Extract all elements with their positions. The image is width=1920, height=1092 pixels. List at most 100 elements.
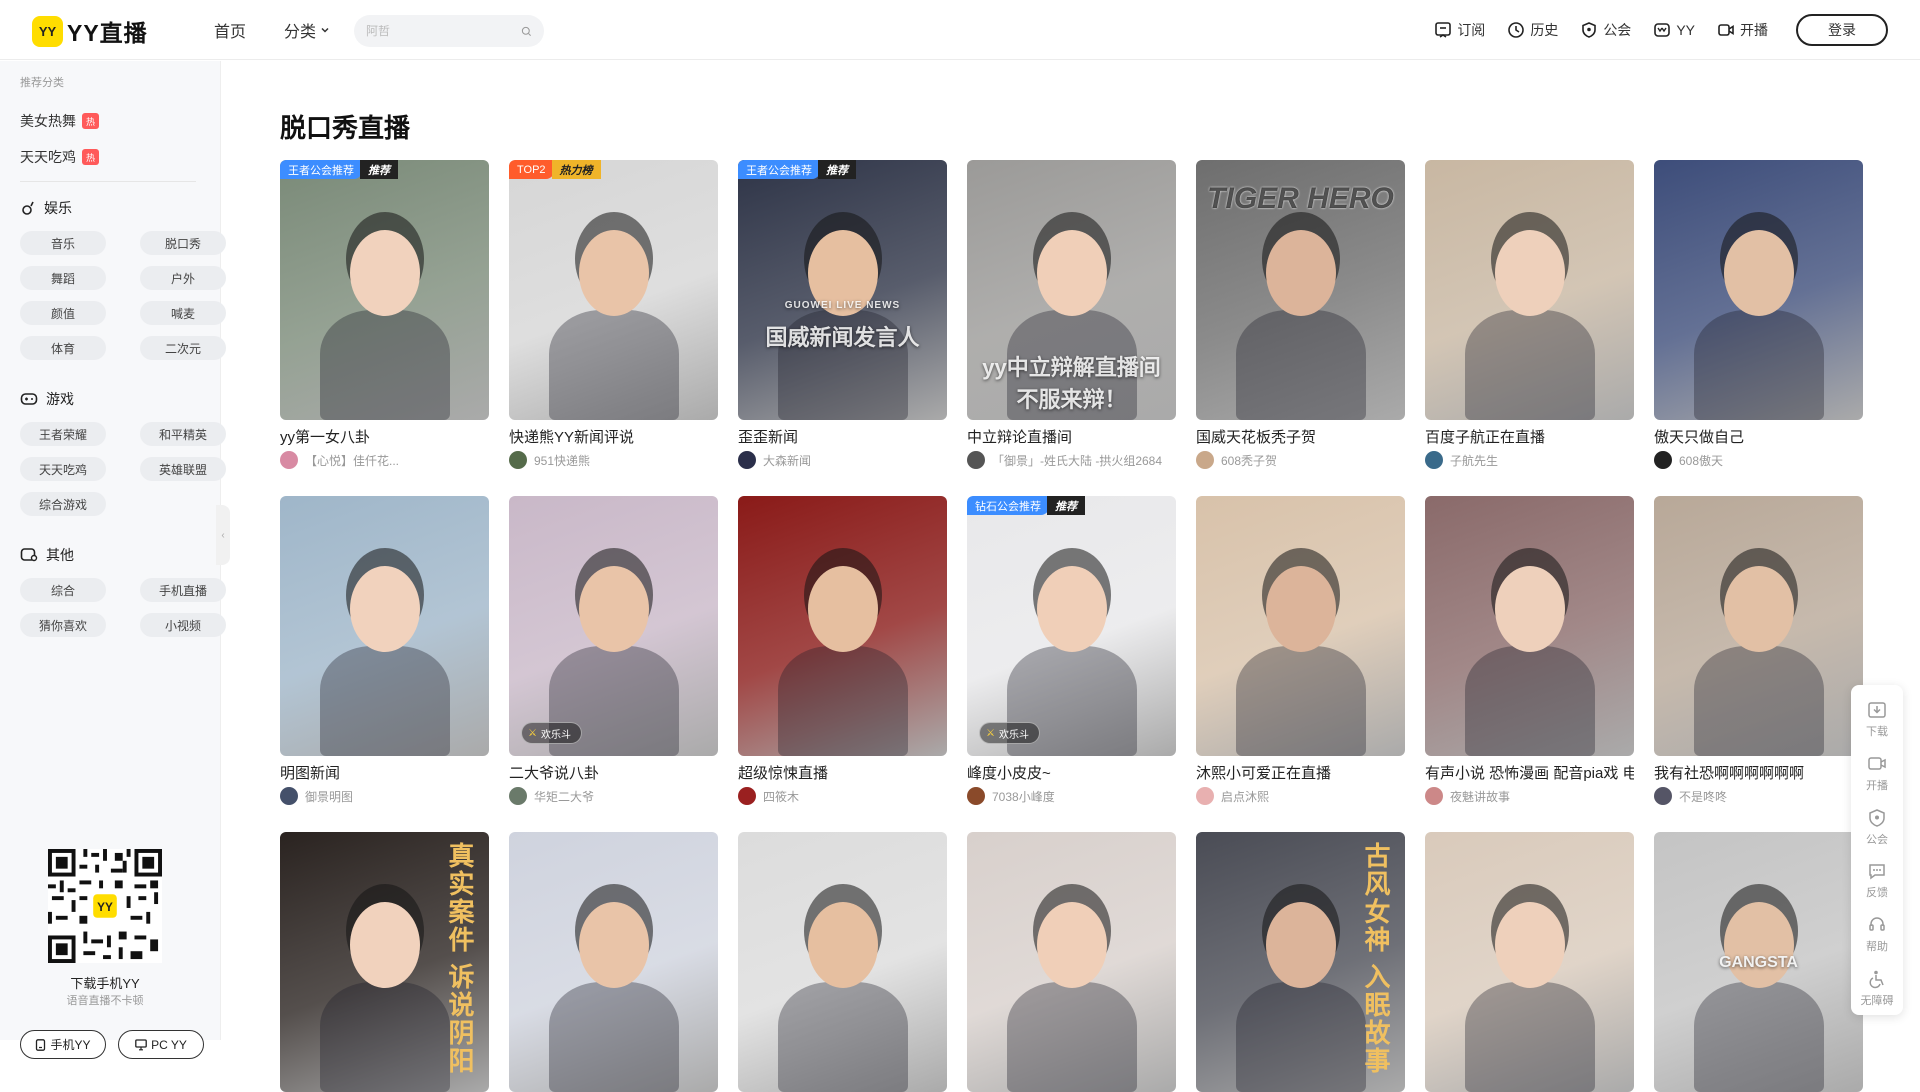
room-thumbnail[interactable] bbox=[280, 496, 489, 756]
hot-category-item[interactable]: 美女热舞热 bbox=[20, 103, 99, 139]
room-thumbnail[interactable] bbox=[738, 832, 947, 1092]
live-room-card[interactable]: ⚔ 欢乐斗二大爷说八卦华矩二大爷 bbox=[509, 496, 718, 805]
float-feedback[interactable]: 反馈 bbox=[1866, 854, 1888, 908]
anchor-avatar[interactable] bbox=[1654, 787, 1672, 805]
room-title[interactable]: 二大爷说八卦 bbox=[509, 762, 718, 784]
room-thumbnail[interactable] bbox=[509, 832, 718, 1092]
category-pill[interactable]: 综合游戏 bbox=[20, 492, 106, 516]
room-thumbnail[interactable] bbox=[1654, 160, 1863, 420]
category-pill[interactable]: 体育 bbox=[20, 336, 106, 360]
room-thumbnail[interactable]: ⚔ 欢乐斗 bbox=[509, 496, 718, 756]
float-accessibility[interactable]: 无障碍 bbox=[1861, 961, 1894, 1015]
room-title[interactable]: 歪歪新闻 bbox=[738, 426, 947, 448]
room-thumbnail[interactable] bbox=[1425, 160, 1634, 420]
room-title[interactable]: 明图新闻 bbox=[280, 762, 489, 784]
anchor-info[interactable]: 608傲天 bbox=[1654, 451, 1863, 469]
live-room-card[interactable]: 真实案件 诉说阴阳 bbox=[280, 832, 489, 1092]
live-room-card[interactable]: 有声小说 恐怖漫画 配音pia戏 电夜魅讲故事 bbox=[1425, 496, 1634, 805]
header-yy[interactable]: YY bbox=[1653, 21, 1695, 39]
room-thumbnail[interactable] bbox=[1425, 832, 1634, 1092]
room-thumbnail[interactable]: 古风女神 入眠故事 bbox=[1196, 832, 1405, 1092]
anchor-info[interactable]: 「御景」-姓氏大陆 -拱火组2684 bbox=[967, 451, 1176, 469]
header-history[interactable]: 历史 bbox=[1507, 20, 1558, 40]
anchor-info[interactable]: 7038小峰度 bbox=[967, 787, 1176, 805]
float-broadcast[interactable]: 开播 bbox=[1866, 747, 1888, 801]
anchor-info[interactable]: 不是咚咚 bbox=[1654, 787, 1863, 805]
room-thumbnail[interactable]: 真实案件 诉说阴阳 bbox=[280, 832, 489, 1092]
anchor-avatar[interactable] bbox=[509, 451, 527, 469]
anchor-avatar[interactable] bbox=[738, 451, 756, 469]
room-thumbnail[interactable] bbox=[1425, 496, 1634, 756]
live-room-card[interactable] bbox=[967, 832, 1176, 1092]
header-subscribe[interactable]: 订阅 bbox=[1434, 20, 1485, 40]
anchor-info[interactable]: 四筱木 bbox=[738, 787, 947, 805]
category-pill[interactable]: 户外 bbox=[140, 266, 226, 290]
anchor-avatar[interactable] bbox=[509, 787, 527, 805]
category-pill[interactable]: 小视频 bbox=[140, 613, 226, 637]
live-room-card[interactable]: 傲天只做自己 608傲天 bbox=[1654, 160, 1863, 469]
yy-logo[interactable]: YY YY直播 bbox=[32, 14, 148, 48]
anchor-avatar[interactable] bbox=[1425, 787, 1443, 805]
anchor-info[interactable]: 华矩二大爷 bbox=[509, 787, 718, 805]
room-thumbnail[interactable]: 王者公会推荐 推荐 国威新闻发言人 GUOWEI LIVE NEWS bbox=[738, 160, 947, 420]
room-title[interactable]: 我有社恐啊啊啊啊啊啊 bbox=[1654, 762, 1863, 784]
room-title[interactable]: 超级惊悚直播 bbox=[738, 762, 947, 784]
live-room-card[interactable]: TOP2 热力榜 快递熊YY新闻评说 951快递熊 bbox=[509, 160, 718, 469]
room-title[interactable]: 沐熙小可爱正在直播 bbox=[1196, 762, 1405, 784]
room-thumbnail[interactable]: yy中立辩解直播间 不服来辩！ bbox=[967, 160, 1176, 420]
live-room-card[interactable]: 王者公会推荐 推荐 yy第一女八卦 【心悦】佳仟花... bbox=[280, 160, 489, 469]
room-title[interactable]: yy第一女八卦 bbox=[280, 426, 489, 448]
float-help[interactable]: 帮助 bbox=[1866, 908, 1888, 962]
category-pill[interactable]: 天天吃鸡 bbox=[20, 457, 106, 481]
room-title[interactable]: 国威天花板秃子贺 bbox=[1196, 426, 1405, 448]
anchor-info[interactable]: 启点沐熙 bbox=[1196, 787, 1405, 805]
room-thumbnail[interactable]: TIGER HERO bbox=[1196, 160, 1405, 420]
login-button[interactable]: 登录 bbox=[1796, 14, 1888, 46]
room-thumbnail[interactable] bbox=[967, 832, 1176, 1092]
category-pill[interactable]: 猜你喜欢 bbox=[20, 613, 106, 637]
anchor-avatar[interactable] bbox=[1425, 451, 1443, 469]
live-room-card[interactable]: 钻石公会推荐 推荐 ⚔ 欢乐斗 峰度小皮皮~ 7038小峰度 bbox=[967, 496, 1176, 805]
room-thumbnail[interactable]: GANGSTA bbox=[1654, 832, 1863, 1092]
anchor-info[interactable]: 608秃子贺 bbox=[1196, 451, 1405, 469]
room-title[interactable]: 中立辩论直播间 bbox=[967, 426, 1176, 448]
anchor-avatar[interactable] bbox=[1196, 787, 1214, 805]
float-download[interactable]: 下载 bbox=[1866, 693, 1888, 747]
live-room-card[interactable]: 沐熙小可爱正在直播启点沐熙 bbox=[1196, 496, 1405, 805]
search-icon[interactable] bbox=[521, 24, 532, 39]
search-input[interactable] bbox=[366, 24, 521, 38]
room-title[interactable]: 傲天只做自己 bbox=[1654, 426, 1863, 448]
category-pill[interactable]: 脱口秀 bbox=[140, 231, 226, 255]
pc-yy-button[interactable]: PC YY bbox=[118, 1030, 204, 1059]
live-room-card[interactable]: 王者公会推荐 推荐 国威新闻发言人 GUOWEI LIVE NEWS 歪歪新闻 大森新闻 bbox=[738, 160, 947, 469]
room-title[interactable]: 峰度小皮皮~ bbox=[967, 762, 1176, 784]
live-room-card[interactable]: 明图新闻 御景明图 bbox=[280, 496, 489, 805]
live-room-card[interactable]: yy中立辩解直播间 不服来辩！ 中立辩论直播间「御景」-姓氏大陆 -拱火组2684 bbox=[967, 160, 1176, 469]
live-room-card[interactable] bbox=[738, 832, 947, 1092]
anchor-info[interactable]: 951快递熊 bbox=[509, 451, 718, 469]
header-guild[interactable]: 公会 bbox=[1580, 20, 1631, 40]
category-pill[interactable]: 和平精英 bbox=[140, 422, 226, 446]
mobile-yy-button[interactable]: 手机YY bbox=[20, 1030, 106, 1059]
room-title[interactable]: 有声小说 恐怖漫画 配音pia戏 电 bbox=[1425, 762, 1634, 784]
category-pill[interactable]: 舞蹈 bbox=[20, 266, 106, 290]
nav-home[interactable]: 首页 bbox=[214, 18, 246, 42]
live-room-card[interactable]: TIGER HERO 国威天花板秃子贺 608秃子贺 bbox=[1196, 160, 1405, 469]
room-title[interactable]: 快递熊YY新闻评说 bbox=[509, 426, 718, 448]
anchor-avatar[interactable] bbox=[967, 451, 985, 469]
anchor-info[interactable]: 御景明图 bbox=[280, 787, 489, 805]
live-room-card[interactable] bbox=[1425, 832, 1634, 1092]
anchor-info[interactable]: 夜魅讲故事 bbox=[1425, 787, 1634, 805]
anchor-info[interactable]: 【心悦】佳仟花... bbox=[280, 451, 489, 469]
live-room-card[interactable]: 超级惊悚直播 四筱木 bbox=[738, 496, 947, 805]
category-pill[interactable]: 二次元 bbox=[140, 336, 226, 360]
room-thumbnail[interactable] bbox=[1196, 496, 1405, 756]
anchor-avatar[interactable] bbox=[738, 787, 756, 805]
live-room-card[interactable] bbox=[509, 832, 718, 1092]
hot-category-item[interactable]: 天天吃鸡热 bbox=[20, 139, 99, 175]
category-pill[interactable]: 英雄联盟 bbox=[140, 457, 226, 481]
anchor-avatar[interactable] bbox=[1654, 451, 1672, 469]
room-title[interactable]: 百度子航正在直播 bbox=[1425, 426, 1634, 448]
category-pill[interactable]: 音乐 bbox=[20, 231, 106, 255]
live-room-card[interactable]: 古风女神 入眠故事 bbox=[1196, 832, 1405, 1092]
